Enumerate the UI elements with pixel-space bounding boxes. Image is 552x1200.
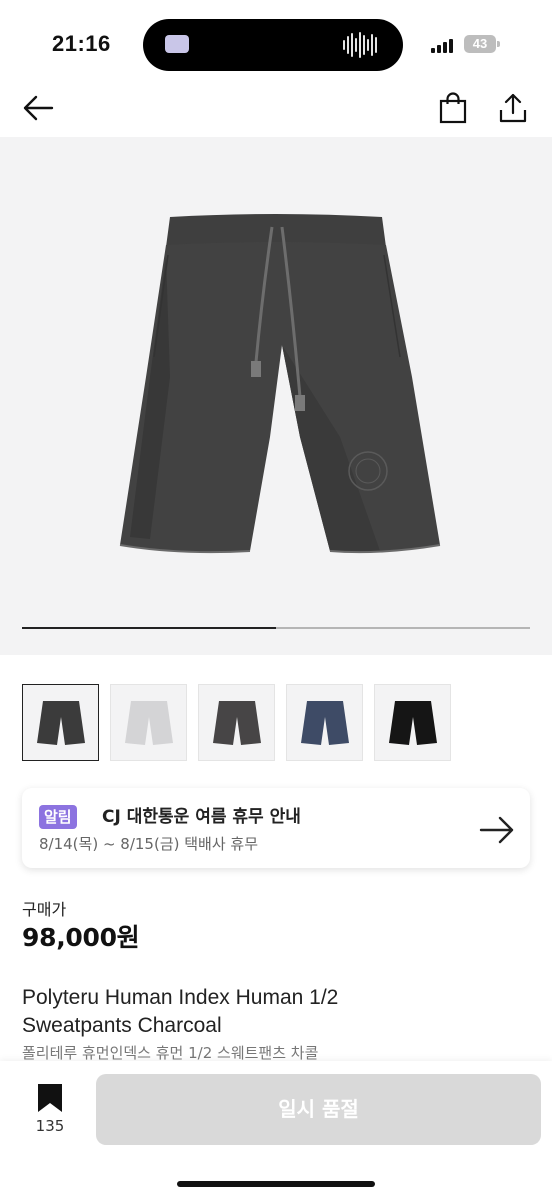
thumbnail-black[interactable]: [374, 684, 451, 761]
thumbnail-charcoal[interactable]: [22, 684, 99, 761]
dynamic-island: [143, 19, 403, 71]
product-name-en: Polyteru Human Index Human 1/2 Sweatpant…: [22, 986, 339, 1037]
status-bar: 21:16 43: [0, 0, 552, 90]
thumbnail-shorts-image: [388, 700, 437, 745]
thumbnail-shorts-image: [36, 700, 85, 745]
status-time: 21:16: [52, 31, 111, 56]
gallery-progress-fill: [22, 627, 276, 629]
thumbnail-shorts-image: [300, 700, 349, 745]
thumbnail-light-gray[interactable]: [110, 684, 187, 761]
bookmark-icon: [38, 1084, 62, 1112]
now-playing-artwork: [165, 35, 189, 53]
bookmark-button[interactable]: 135: [28, 1083, 72, 1141]
notice-banner[interactable]: 알림 CJ 대한통운 여름 휴무 안내 8/14(목) ~ 8/15(금) 택배…: [22, 788, 530, 868]
battery-tip: [497, 41, 500, 47]
top-nav: [0, 88, 552, 134]
bookmark-count: 135: [35, 1117, 65, 1135]
product-name-ko: 폴리테루 휴먼인덱스 휴먼 1/2 스웨트팬츠 차콜: [22, 1044, 319, 1062]
shopping-bag-icon: [439, 92, 467, 124]
product-photo-shorts: [119, 214, 441, 554]
price-value: 98,000원: [22, 923, 140, 952]
thumbnail-strip: [22, 684, 451, 761]
gallery-progress-track: [22, 627, 530, 629]
share-icon: [499, 93, 527, 123]
back-button[interactable]: [18, 88, 58, 128]
cart-button[interactable]: [433, 88, 473, 128]
home-indicator: [177, 1181, 375, 1187]
arrow-left-icon: [23, 95, 54, 121]
arrow-right-icon: [479, 816, 514, 844]
product-image-gallery[interactable]: [0, 137, 552, 655]
battery-icon: 43: [464, 35, 496, 53]
thumbnail-navy[interactable]: [286, 684, 363, 761]
sold-out-button[interactable]: 일시 품절: [96, 1074, 541, 1145]
bottom-action-bar: 135 일시 품절: [0, 1061, 552, 1200]
notice-badge: 알림: [39, 805, 77, 829]
cellular-signal-icon: [431, 37, 453, 53]
share-button[interactable]: [493, 88, 533, 128]
price-label: 구매가: [22, 900, 67, 919]
thumbnail-shorts-image: [124, 700, 173, 745]
thumbnail-shorts-image: [212, 700, 261, 745]
audio-waveform-icon: [343, 31, 377, 59]
notice-subtitle: 8/14(목) ~ 8/15(금) 택배사 휴무: [39, 835, 259, 853]
notice-title: CJ 대한통운 여름 휴무 안내: [102, 807, 301, 827]
thumbnail-dark-gray[interactable]: [198, 684, 275, 761]
